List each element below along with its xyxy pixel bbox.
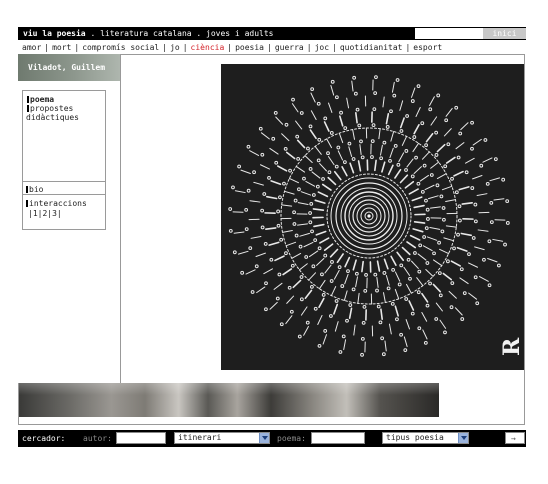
search-go-button[interactable]: → xyxy=(505,432,525,444)
menu-item-label: poema xyxy=(30,95,55,104)
nav-separator: | xyxy=(306,43,312,52)
chevron-down-icon[interactable] xyxy=(458,433,468,443)
nav-separator: | xyxy=(182,43,188,52)
visual-poem-image: R xyxy=(221,64,524,370)
category-nav: amor | mort | compromís social | jo | ciència | po… xyxy=(18,41,526,54)
menu-item-poema[interactable]: poema xyxy=(27,95,54,104)
bullet-bar-icon xyxy=(27,96,29,103)
poem-label: poema: xyxy=(277,434,306,443)
author-input[interactable] xyxy=(116,432,166,444)
category-joc[interactable]: joc xyxy=(315,43,329,52)
search-label: cercador: xyxy=(22,434,66,443)
nav-separator: | xyxy=(267,43,272,52)
menu-item-propostes[interactable]: propostes xyxy=(27,104,73,113)
visual-poem-spiral-icon: R xyxy=(221,64,524,370)
menu-item-bio[interactable]: bio xyxy=(26,185,43,194)
top-search-input[interactable] xyxy=(415,28,483,39)
category-guerra[interactable]: guerra xyxy=(275,43,304,52)
nav-separator: | xyxy=(332,43,337,52)
poem-type-select[interactable]: tipus poesia xyxy=(382,432,469,444)
search-bar: cercador: autor: itinerari poema: tipus … xyxy=(18,430,526,447)
menu-item-interaccions[interactable]: interaccions xyxy=(26,199,87,208)
site-name[interactable]: viu la poesia xyxy=(23,29,86,38)
menu-item-label: propostes xyxy=(30,104,74,113)
interactions-section: interaccions |1|2|3| xyxy=(22,194,106,221)
category-mort[interactable]: mort xyxy=(52,43,71,52)
author-header: Viladot, Guillem xyxy=(18,54,120,81)
photo-strip-highlight xyxy=(19,383,439,395)
bio-section: bio xyxy=(22,181,106,194)
bullet-bar-icon xyxy=(26,186,28,193)
bullet-bar-icon xyxy=(26,200,28,207)
nav-separator: | xyxy=(227,43,233,52)
left-column: Viladot, Guillem poema propostes didàcti… xyxy=(18,54,121,383)
photo-strip xyxy=(19,383,439,417)
menu-item-label: bio xyxy=(29,185,44,194)
poem-input[interactable] xyxy=(311,432,365,444)
chevron-down-icon[interactable] xyxy=(259,433,269,443)
home-button[interactable]: inici xyxy=(483,28,526,39)
category-jo[interactable]: jo xyxy=(170,43,180,52)
author-name: Viladot, Guillem xyxy=(28,63,106,72)
category-amor[interactable]: amor xyxy=(22,43,41,52)
nav-separator: | xyxy=(405,43,411,52)
site-subtitle: . literatura catalana . joves i adults xyxy=(85,29,274,38)
top-bar: viu la poesia . literatura catalana . jo… xyxy=(18,27,526,40)
itinerary-select[interactable]: itinerari xyxy=(174,432,270,444)
poem-type-selected: tipus poesia xyxy=(386,433,444,442)
nav-separator: | xyxy=(74,43,80,52)
category-quotidianitat[interactable]: quotidianitat xyxy=(340,43,403,52)
interactions-pages[interactable]: |1|2|3| xyxy=(28,209,62,218)
category-esport[interactable]: esport xyxy=(413,43,442,52)
category-compromís-social[interactable]: compromís social xyxy=(82,43,159,52)
nav-separator: | xyxy=(44,43,50,52)
author-label: autor: xyxy=(83,434,112,443)
category-poesia[interactable]: poesia xyxy=(235,43,264,52)
arrow-right-icon: → xyxy=(511,434,516,443)
nav-separator: | xyxy=(162,43,168,52)
category-ciència[interactable]: ciència xyxy=(191,43,225,52)
bullet-bar-icon xyxy=(27,105,29,112)
corner-letter: R xyxy=(499,337,524,356)
menu-item-propostes-line2[interactable]: didàctiques xyxy=(26,113,79,122)
site-title: viu la poesia . literatura catalana . jo… xyxy=(23,29,273,38)
menu-item-label: interaccions xyxy=(29,199,87,208)
itinerary-selected: itinerari xyxy=(178,433,222,442)
